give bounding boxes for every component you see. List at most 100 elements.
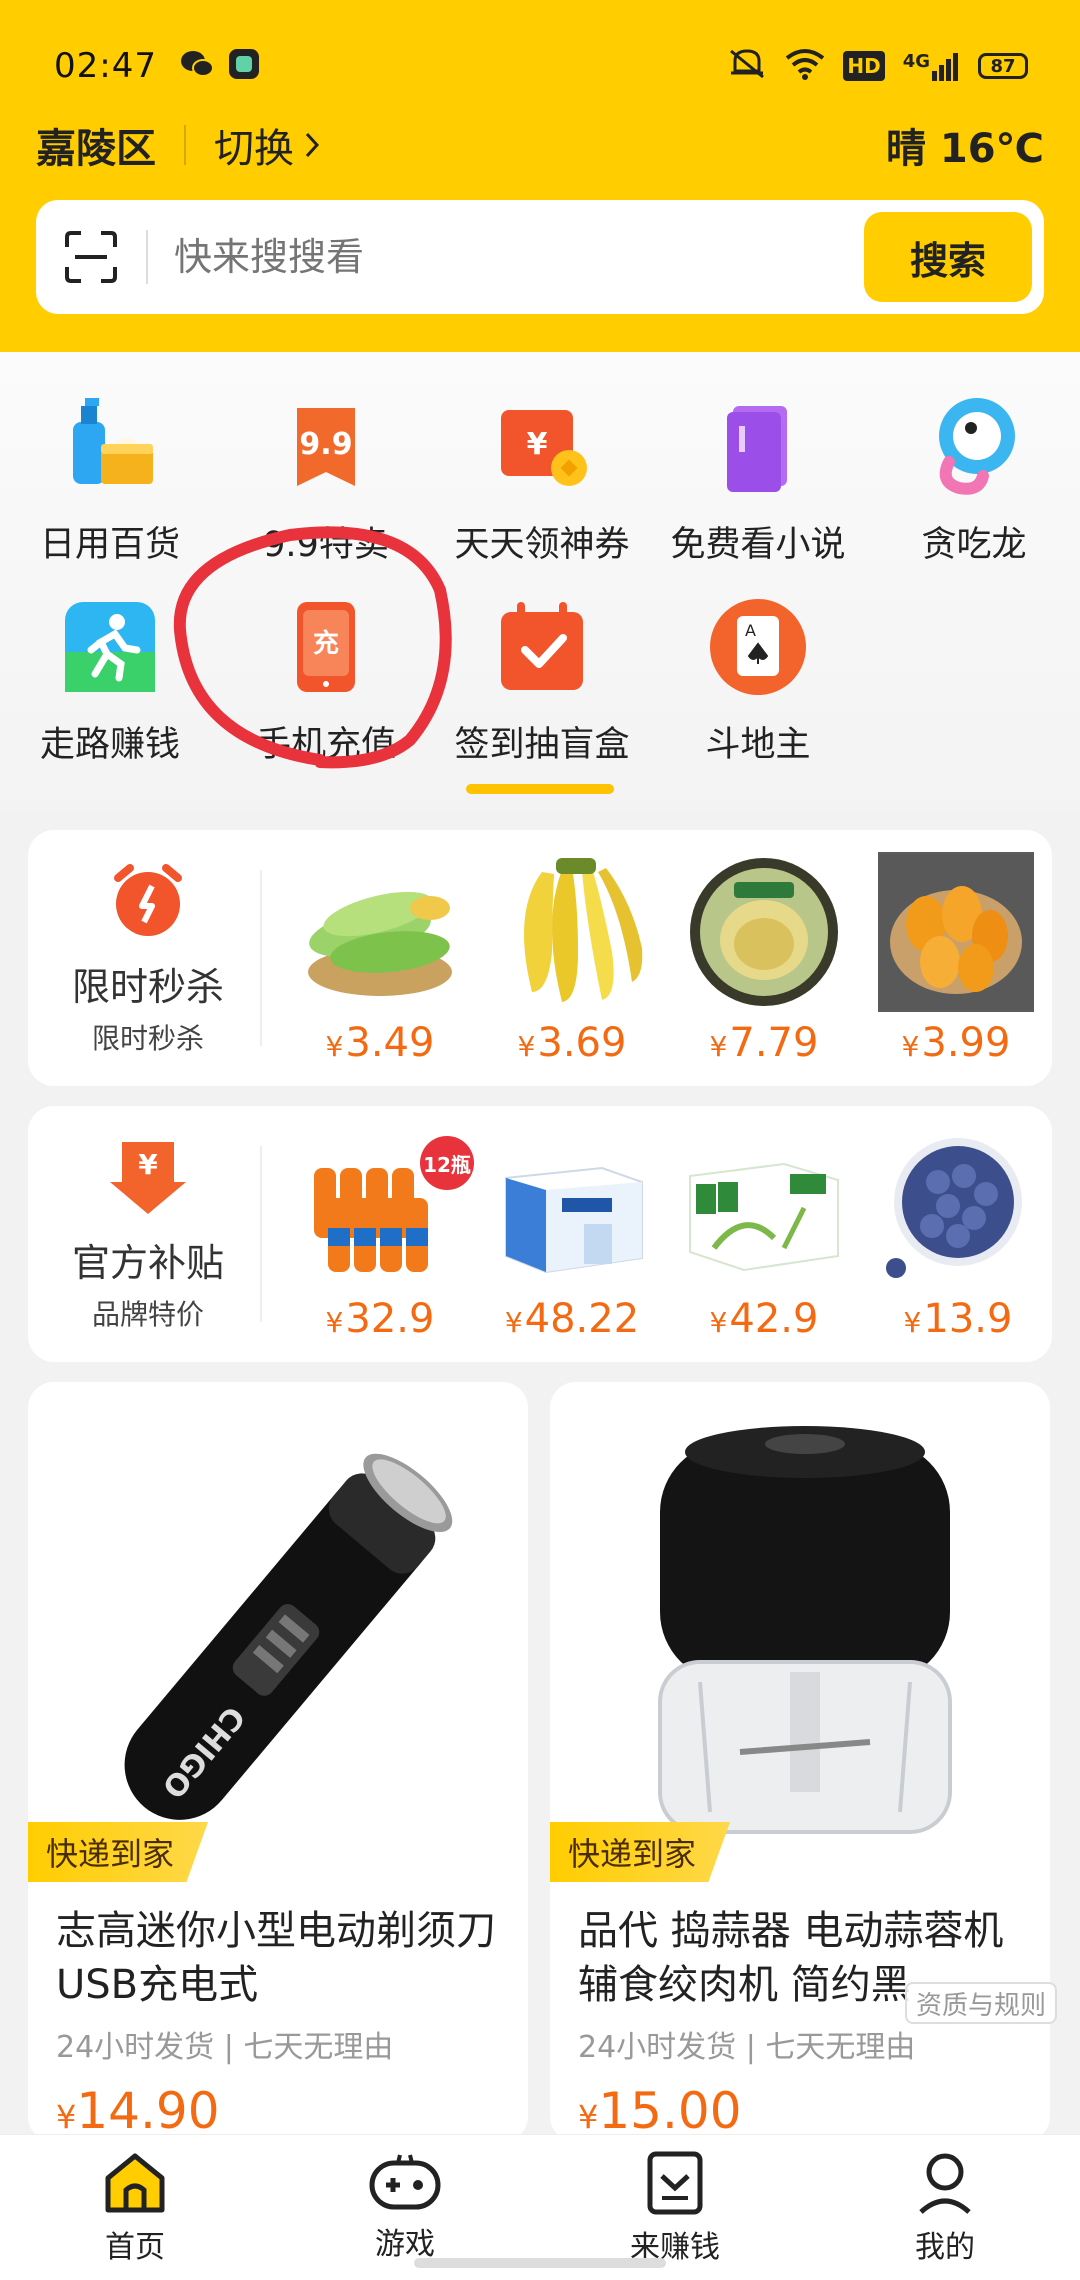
product-price: ¥3.49 — [325, 1020, 435, 1066]
yen-arrow-icon: ¥ — [110, 1141, 186, 1214]
app-notification-icon — [227, 47, 261, 85]
svg-text:A: A — [745, 621, 756, 640]
category-label: 日用百货 — [39, 525, 180, 565]
location-row: 嘉陵区 切换 晴 16℃ — [36, 115, 1044, 175]
product-price: ¥48.22 — [504, 1296, 640, 1342]
milk-box-b-image — [684, 1128, 844, 1288]
card-divider — [260, 1146, 262, 1322]
product-meta: 24小时发货 | 七天无理由 — [56, 2030, 394, 2065]
product-durian[interactable]: ¥7.79 — [684, 852, 844, 1066]
divider — [184, 125, 186, 165]
category-snake-game[interactable]: 贪吃龙 — [866, 392, 1080, 567]
category-daily-goods[interactable]: 日用百货 — [2, 392, 218, 567]
daily-goods-icon — [55, 392, 165, 502]
subsidy-title: 官方补贴 — [71, 1240, 224, 1285]
milk-box-a-image — [492, 1128, 652, 1288]
card-divider — [260, 870, 262, 1046]
product-meta: 24小时发货 | 七天无理由 — [578, 2030, 916, 2065]
category-label: 签到抽盲盒 — [454, 725, 630, 765]
category-label: 9.9特卖 — [263, 525, 389, 565]
profile-icon — [919, 2153, 971, 2214]
category-label: 手机充值 — [255, 725, 396, 765]
flash-sale-subtitle: 限时秒杀 — [91, 1021, 204, 1055]
wechat-icon — [179, 49, 215, 83]
product-mango[interactable]: ¥3.99 — [878, 852, 1034, 1066]
category-doudizhu[interactable]: A 斗地主 — [650, 592, 866, 767]
nine-nine-sale-icon: 9.9 — [271, 392, 381, 502]
home-icon — [105, 2153, 165, 2213]
coupon-icon: ¥ — [487, 392, 597, 502]
alarm-clock-icon — [114, 863, 182, 936]
checkin-calendar-icon — [487, 592, 597, 702]
page-indicator — [466, 784, 614, 794]
product-orange-juice[interactable]: 12瓶 ¥32.9 — [300, 1128, 474, 1342]
product-milk-a[interactable]: ¥48.22 — [492, 1128, 652, 1342]
product-price: ¥42.9 — [709, 1296, 819, 1342]
subsidy-subtitle: 品牌特价 — [91, 1297, 204, 1331]
walking-icon — [55, 592, 165, 702]
weather-label: 晴 16℃ — [885, 126, 1044, 172]
product-price: ¥13.9 — [903, 1296, 1013, 1342]
product-milk-b[interactable]: ¥42.9 — [684, 1128, 844, 1342]
flash-sale-header: 限时秒杀 限时秒杀 — [28, 830, 268, 1086]
qualification-rules-badge[interactable]: 资质与规则 — [905, 1982, 1057, 2024]
search-bar: 搜索 — [36, 200, 1044, 314]
product-price: ¥32.9 — [325, 1296, 435, 1342]
earn-money-icon — [647, 2151, 703, 2215]
district-label[interactable]: 嘉陵区 — [36, 116, 156, 174]
product-price: ¥3.69 — [517, 1020, 627, 1066]
search-button[interactable]: 搜索 — [864, 212, 1032, 302]
category-checkin[interactable]: 签到抽盲盒 — [434, 592, 650, 767]
subsidy-header: ¥ 官方补贴 品牌特价 — [28, 1106, 268, 1362]
status-bar: 02:47 HD 4G 87 — [54, 38, 1028, 94]
flash-sale-title: 限时秒杀 — [71, 964, 224, 1009]
hd-icon: HD — [843, 51, 885, 81]
svg-text:9.9: 9.9 — [299, 427, 352, 462]
tab-profile[interactable]: 我的 — [810, 2135, 1080, 2280]
feed-card[interactable]: CHIGO 快递到家 志高迷你小型电动剃须刀USB充电式 24小时发货 | 七天… — [28, 1382, 528, 2142]
product-banana[interactable]: ¥3.69 — [492, 852, 652, 1066]
delivery-tag: 快递到家 — [550, 1822, 731, 1882]
feed-card[interactable]: 快递到家 品代 捣蒜器 电动蒜蓉机 辅食绞肉机 简约黑 24小时发货 | 七天无… — [550, 1382, 1050, 2142]
flash-sale-card[interactable]: 限时秒杀 限时秒杀 ¥3.49 ¥3.69 ¥7.79 ¥3.99 — [28, 830, 1052, 1086]
tab-home[interactable]: 首页 — [0, 2135, 270, 2280]
product-price: ¥3.99 — [901, 1020, 1011, 1066]
home-indicator — [414, 2258, 666, 2268]
delivery-tag: 快递到家 — [28, 1822, 209, 1882]
category-grid: 日用百货 9.9 9.9特卖 ¥ 天天领神券 免费看小说 贪吃龙 走路赚钱 充 … — [0, 352, 1080, 812]
svg-text:充: 充 — [313, 628, 339, 659]
switch-location-button[interactable]: 切换 — [214, 116, 320, 174]
subsidy-card[interactable]: ¥ 官方补贴 品牌特价 12瓶 ¥32.9 ¥48.22 ¥42.9 ¥13.9 — [28, 1106, 1052, 1362]
category-walking[interactable]: 走路赚钱 — [2, 592, 218, 767]
tab-label: 我的 — [915, 2230, 975, 2265]
snake-game-icon — [919, 392, 1029, 502]
switch-label: 切换 — [214, 126, 294, 172]
novel-book-icon — [703, 392, 813, 502]
category-nine-nine[interactable]: 9.9 9.9特卖 — [218, 392, 434, 567]
wifi-icon — [785, 48, 825, 84]
status-time: 02:47 — [54, 46, 157, 86]
battery-icon: 87 — [978, 53, 1028, 79]
category-phone-recharge[interactable]: 充 手机充值 — [218, 592, 434, 767]
product-blueberry[interactable]: ¥13.9 — [878, 1128, 1038, 1342]
header: 02:47 HD 4G 87 嘉陵区 切换 晴 16℃ 快来搜搜看 搜索 — [0, 0, 1080, 352]
chevron-right-icon — [305, 132, 320, 158]
search-input[interactable] — [148, 235, 864, 279]
product-corn[interactable]: ¥3.49 — [300, 852, 460, 1066]
banana-image — [492, 852, 652, 1012]
category-novel[interactable]: 免费看小说 — [650, 392, 866, 567]
mute-icon — [727, 47, 767, 85]
blueberry-image — [878, 1128, 1038, 1288]
garlic-chopper-image — [550, 1382, 1050, 1882]
category-label: 贪吃龙 — [921, 525, 1027, 565]
product-price: ¥15.00 — [578, 2082, 742, 2140]
mango-image — [878, 852, 1034, 1012]
app-root: 02:47 HD 4G 87 嘉陵区 切换 晴 16℃ 快来搜搜看 搜索 日用百… — [0, 0, 1080, 2280]
phone-recharge-icon: 充 — [271, 592, 381, 702]
category-label: 天天领神券 — [454, 525, 630, 565]
scan-icon[interactable] — [36, 200, 146, 314]
product-price: ¥14.90 — [56, 2082, 220, 2140]
quantity-badge: 12瓶 — [420, 1136, 474, 1190]
category-coupon[interactable]: ¥ 天天领神券 — [434, 392, 650, 567]
durian-image — [684, 852, 844, 1012]
